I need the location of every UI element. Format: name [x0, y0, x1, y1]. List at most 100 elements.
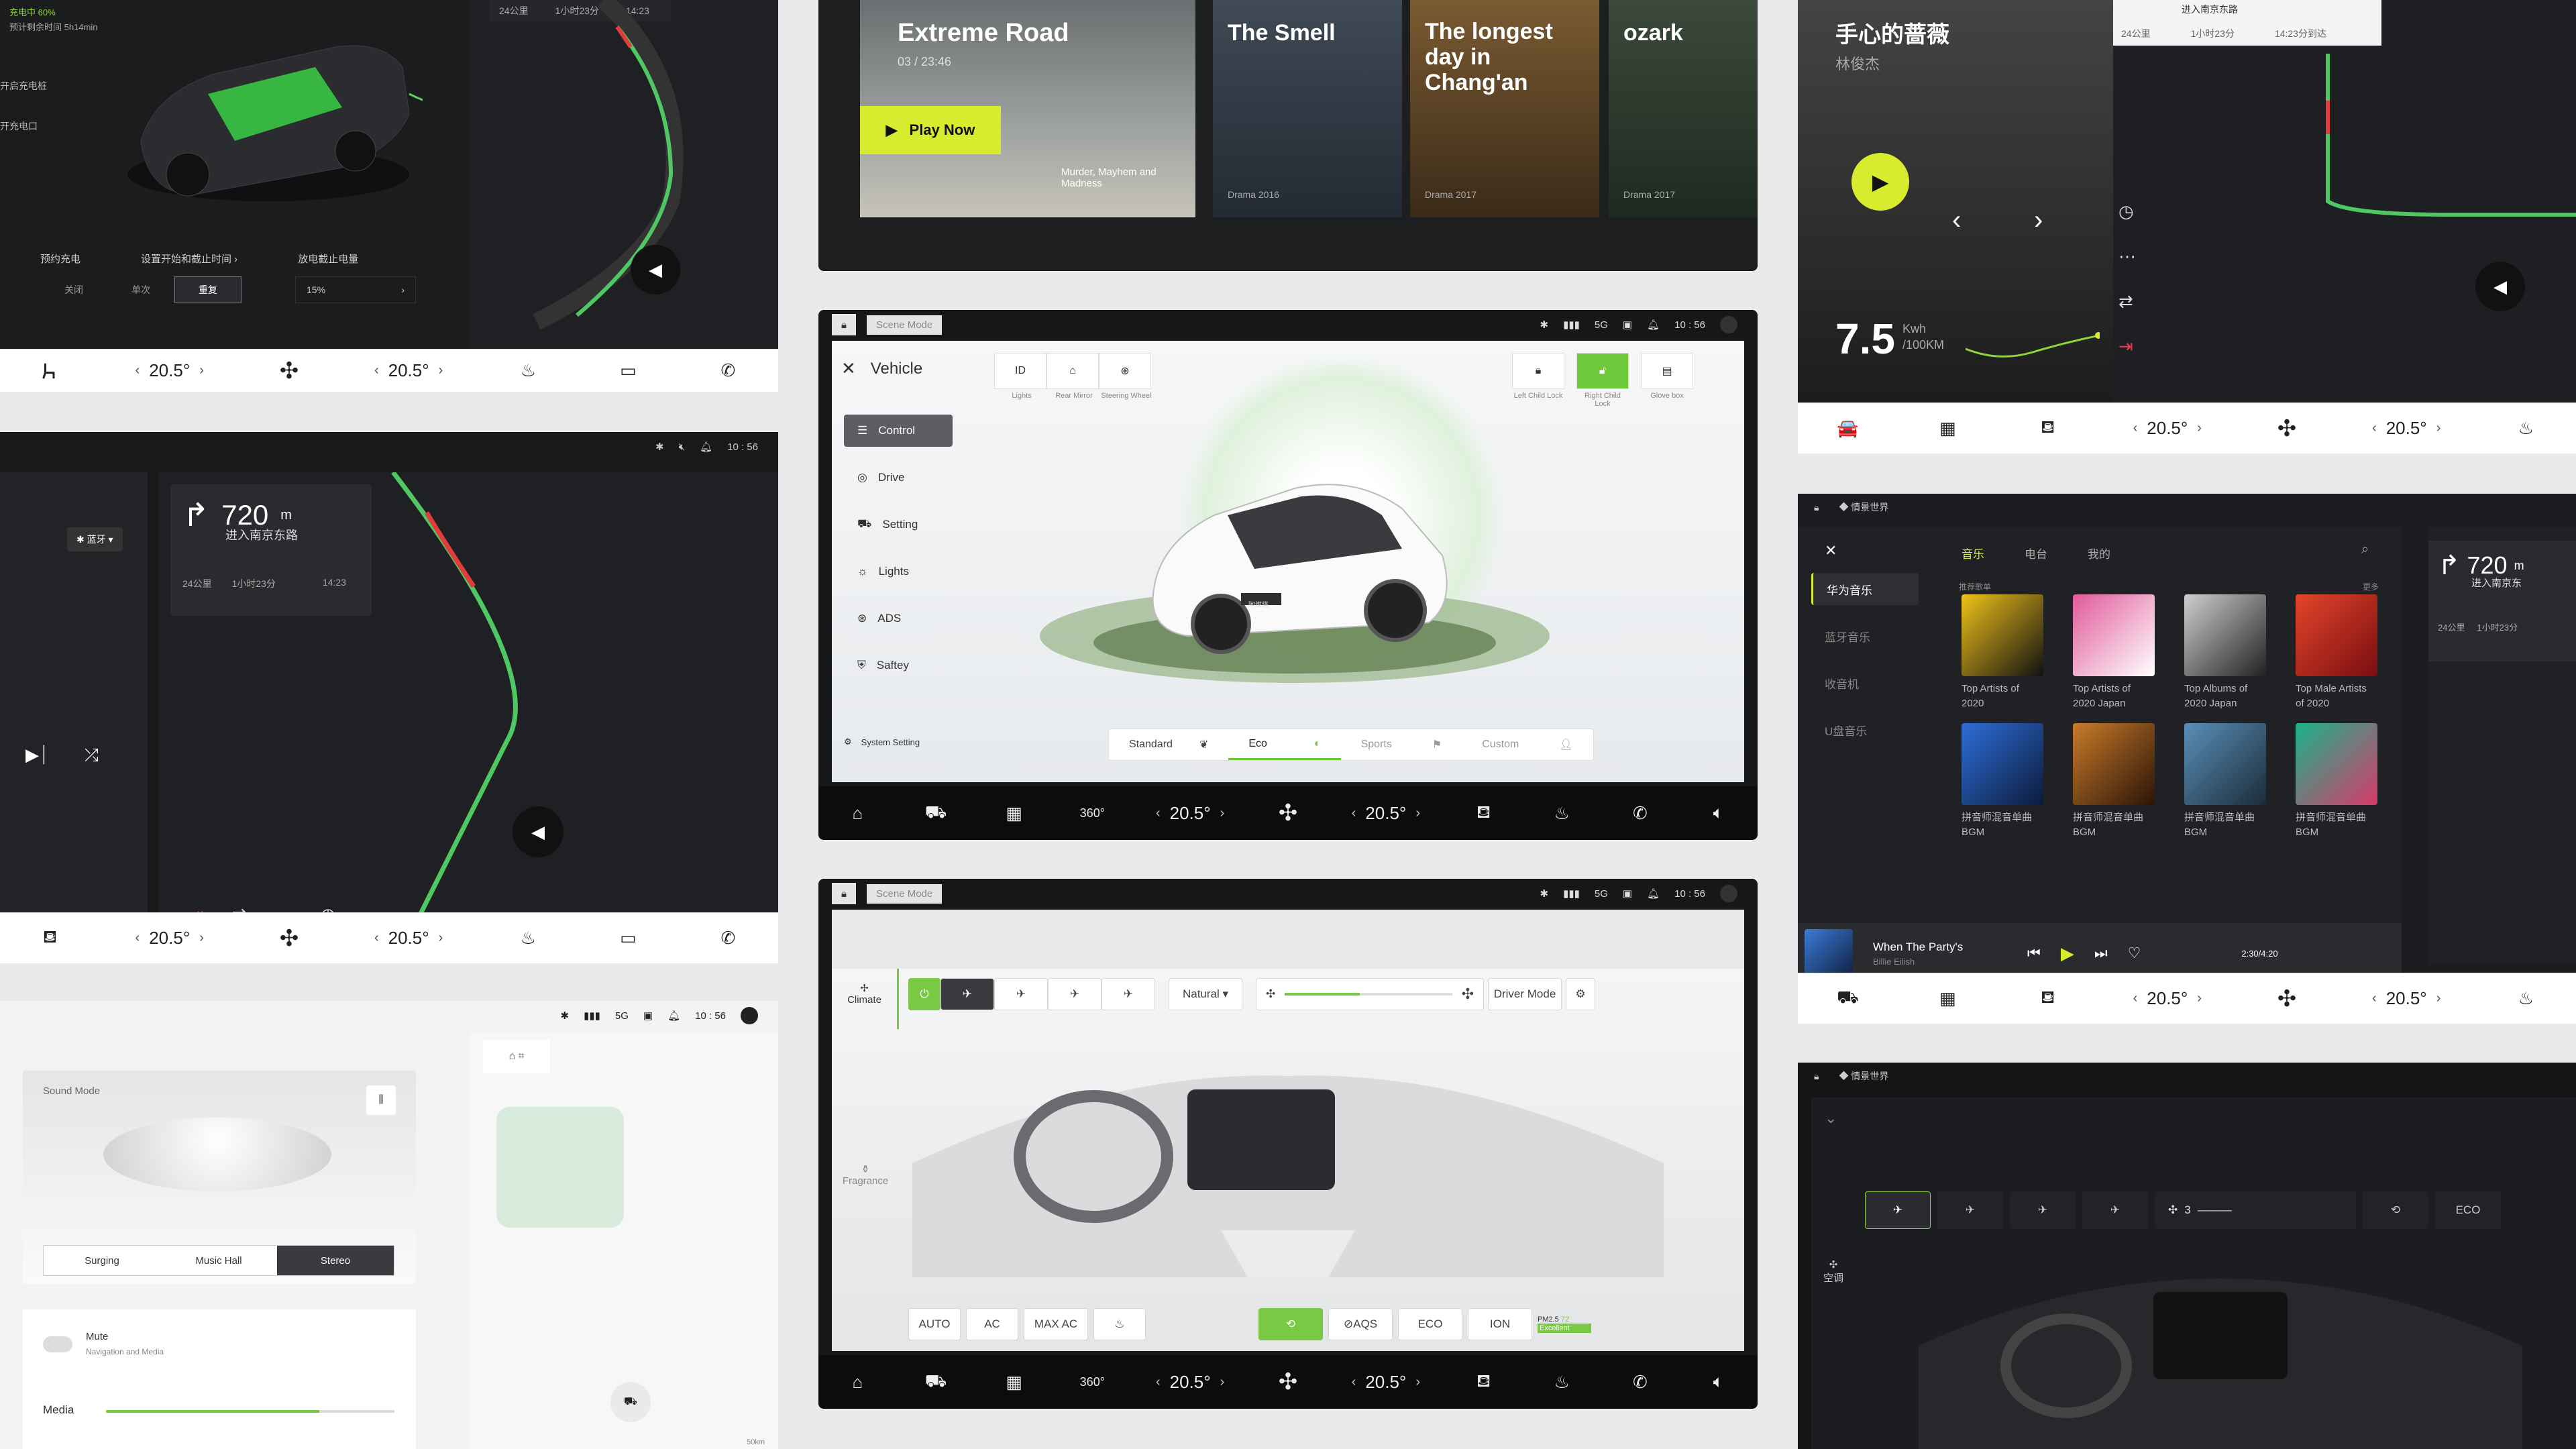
album-cover[interactable] — [2184, 594, 2266, 676]
seat-heat-icon[interactable] — [36, 356, 65, 386]
album-cover[interactable] — [2296, 723, 2377, 805]
temp-right[interactable]: ‹ 20.5° › — [1352, 803, 1420, 824]
defrost-front-icon[interactable]: ♨ — [513, 356, 543, 386]
mini-map-right[interactable]: 进入南京东路 24公里 1小时23分 14:23分到达 ◀ ◷ ⋯ ⇄ ⇥ — [2113, 0, 2576, 402]
temp-right[interactable]: ‹ 20.5° › — [2372, 418, 2440, 439]
temp-left[interactable]: ‹ 20.5° › — [136, 928, 204, 949]
temp-right[interactable]: ‹ 20.5° › — [2372, 988, 2440, 1009]
album-card[interactable]: 拼音师混音单曲 BGM — [2073, 723, 2155, 840]
temp-right[interactable]: ‹ 20.5° › — [1352, 1372, 1420, 1393]
play-button[interactable]: ▶ — [1851, 153, 1909, 211]
side-radio[interactable]: 收音机 — [1811, 667, 1919, 699]
seat-heat-icon[interactable]: ⛾ — [36, 924, 65, 953]
route-icon[interactable]: ⇄ — [2118, 291, 2136, 312]
media-slider[interactable] — [106, 1410, 394, 1413]
lock-icon[interactable]: 🔒︎ — [832, 883, 856, 904]
mini-map-nav[interactable]: ↱ 720 m 进入南京东 24公里 1小时23分 — [2428, 527, 2576, 963]
prev-icon[interactable]: ‹ — [1952, 205, 1961, 235]
fan-icon[interactable]: ✣ — [1273, 798, 1303, 828]
lock-icon[interactable]: 🔒︎ — [1814, 1071, 1819, 1082]
side-bluetooth-music[interactable]: 蓝牙音乐 — [1811, 620, 1919, 652]
apps-icon[interactable]: ▦ — [1000, 1367, 1029, 1397]
temp-left[interactable]: ‹ 20.5° › — [2133, 988, 2202, 1009]
fan-speed-slider[interactable]: ✣ ✣ — [1256, 978, 1484, 1010]
mode-surging[interactable]: Surging — [44, 1246, 160, 1275]
mute-toggle[interactable] — [43, 1336, 72, 1352]
prev-icon[interactable]: ⏮ — [2027, 945, 2041, 962]
system-setting-link[interactable]: System Setting — [861, 737, 920, 747]
more-icon[interactable]: ⋯ — [2118, 246, 2136, 267]
airflow-face-feet[interactable]: ✈ — [1937, 1191, 2003, 1229]
airflow-face[interactable]: ✈ — [941, 978, 994, 1010]
menu-setting[interactable]: ⛟ Setting — [844, 508, 953, 541]
album-card[interactable]: Top Albums of 2020 Japan — [2184, 594, 2266, 711]
airflow-face-feet[interactable]: ✈ — [994, 978, 1048, 1010]
tab-radio[interactable]: 电台 — [2025, 545, 2047, 561]
car-icon[interactable]: ⛟ — [1833, 984, 1863, 1014]
eco-button[interactable]: ECO — [2435, 1191, 2501, 1229]
defrost-front-icon[interactable]: ♨ — [513, 924, 543, 953]
360-icon[interactable]: 360° — [1077, 798, 1107, 828]
lock-icon[interactable]: 🔒︎ — [1814, 502, 1819, 513]
phone-icon[interactable]: ✆ — [1625, 1367, 1655, 1397]
recirculation-button[interactable]: ⟲ — [2363, 1191, 2428, 1229]
album-cover[interactable] — [1962, 594, 2043, 676]
seg-once[interactable]: 单次 — [107, 276, 174, 303]
location-arrow-icon[interactable]: ◀ — [2475, 262, 2525, 311]
album-cover[interactable] — [2073, 723, 2155, 805]
eco-button[interactable]: ECO — [1398, 1308, 1462, 1340]
side-usb-music[interactable]: U盘音乐 — [1811, 714, 1919, 746]
apps-icon[interactable]: ▦ — [1933, 414, 1963, 443]
home-icon[interactable]: ⌂ — [843, 1367, 872, 1397]
phone-icon[interactable]: ✆ — [1625, 798, 1655, 828]
defrost-icon[interactable]: ♨ — [1547, 1367, 1576, 1397]
album-card[interactable]: 拼音师混音单曲 BGM — [2296, 723, 2377, 840]
volume-icon[interactable]: 🔈︎ — [1704, 1367, 1733, 1397]
defrost-rear-icon[interactable]: ▭ — [613, 924, 643, 953]
avatar[interactable] — [741, 1007, 758, 1024]
fan-icon[interactable]: ✣ — [1273, 1367, 1303, 1397]
car-icon[interactable]: ⛟ — [921, 798, 951, 828]
auto-button[interactable]: AUTO — [908, 1308, 961, 1340]
exit-icon[interactable]: ⇥ — [2118, 336, 2136, 357]
car-icon[interactable]: ⛟ — [921, 1367, 951, 1397]
max-ac-button[interactable]: MAX AC — [1024, 1308, 1088, 1340]
album-cover[interactable] — [2073, 594, 2155, 676]
defrost-front-icon[interactable]: ♨ — [2511, 414, 2540, 443]
airflow-face[interactable]: ✈ — [1865, 1191, 1931, 1229]
card-the-smell[interactable]: The Smell Drama 2016 — [1213, 0, 1402, 217]
home-icon[interactable]: ⌂ — [843, 798, 872, 828]
temp-left[interactable]: ‹ 20.5° › — [2133, 418, 2202, 439]
label-set-time[interactable]: 设置开始和截止时间 › — [141, 252, 237, 266]
mode-select[interactable]: Natural ▾ — [1169, 978, 1242, 1010]
side-fragrance[interactable]: ⚱ Fragrance — [832, 1163, 899, 1187]
close-icon[interactable]: ✕ — [1825, 542, 1837, 559]
chevron-down-icon[interactable]: ⌄ — [1825, 1110, 1837, 1127]
volume-icon[interactable]: 🔈︎ — [1704, 798, 1733, 828]
airflow-defrost[interactable]: ✈ — [2082, 1191, 2148, 1229]
menu-control[interactable]: ☰ Control — [844, 415, 953, 447]
360-icon[interactable]: 360° — [1077, 1367, 1107, 1397]
album-cover[interactable] — [2296, 594, 2377, 676]
discharge-value[interactable]: 15% — [307, 284, 325, 295]
location-arrow-icon[interactable]: ◀ — [631, 245, 680, 294]
shuffle-icon[interactable]: ⤮ — [85, 745, 99, 766]
temp-left[interactable]: ‹ 20.5° › — [1156, 803, 1224, 824]
play-icon[interactable]: ▶⏐ — [25, 745, 49, 766]
defrost-button[interactable]: ♨ — [1093, 1308, 1146, 1340]
scene-mode-chip[interactable]: Scene Mode — [867, 315, 943, 335]
recirculation-button[interactable]: ⟲ — [1258, 1308, 1323, 1340]
side-huawei-music[interactable]: 华为音乐 — [1811, 573, 1919, 605]
steering-wheel-control[interactable]: ⊕ — [1099, 353, 1151, 389]
temp-left[interactable]: ‹ 20.5° › — [1156, 1372, 1224, 1393]
mode-stereo[interactable]: Stereo — [277, 1246, 394, 1275]
equalizer-icon[interactable]: ⫼ — [366, 1085, 396, 1115]
play-now-button[interactable]: ▶ Play Now — [860, 106, 1001, 154]
album-card[interactable]: 拼音师混音单曲 BGM — [2184, 723, 2266, 840]
album-cover[interactable] — [1962, 723, 2043, 805]
menu-ads[interactable]: ⊛ ADS — [844, 602, 953, 635]
compass-icon[interactable]: ◷ — [2118, 201, 2136, 222]
fan-icon[interactable]: ✣ — [274, 924, 304, 953]
next-icon[interactable]: › — [2034, 205, 2043, 235]
driver-mode-button[interactable]: Driver Mode — [1488, 978, 1562, 1010]
